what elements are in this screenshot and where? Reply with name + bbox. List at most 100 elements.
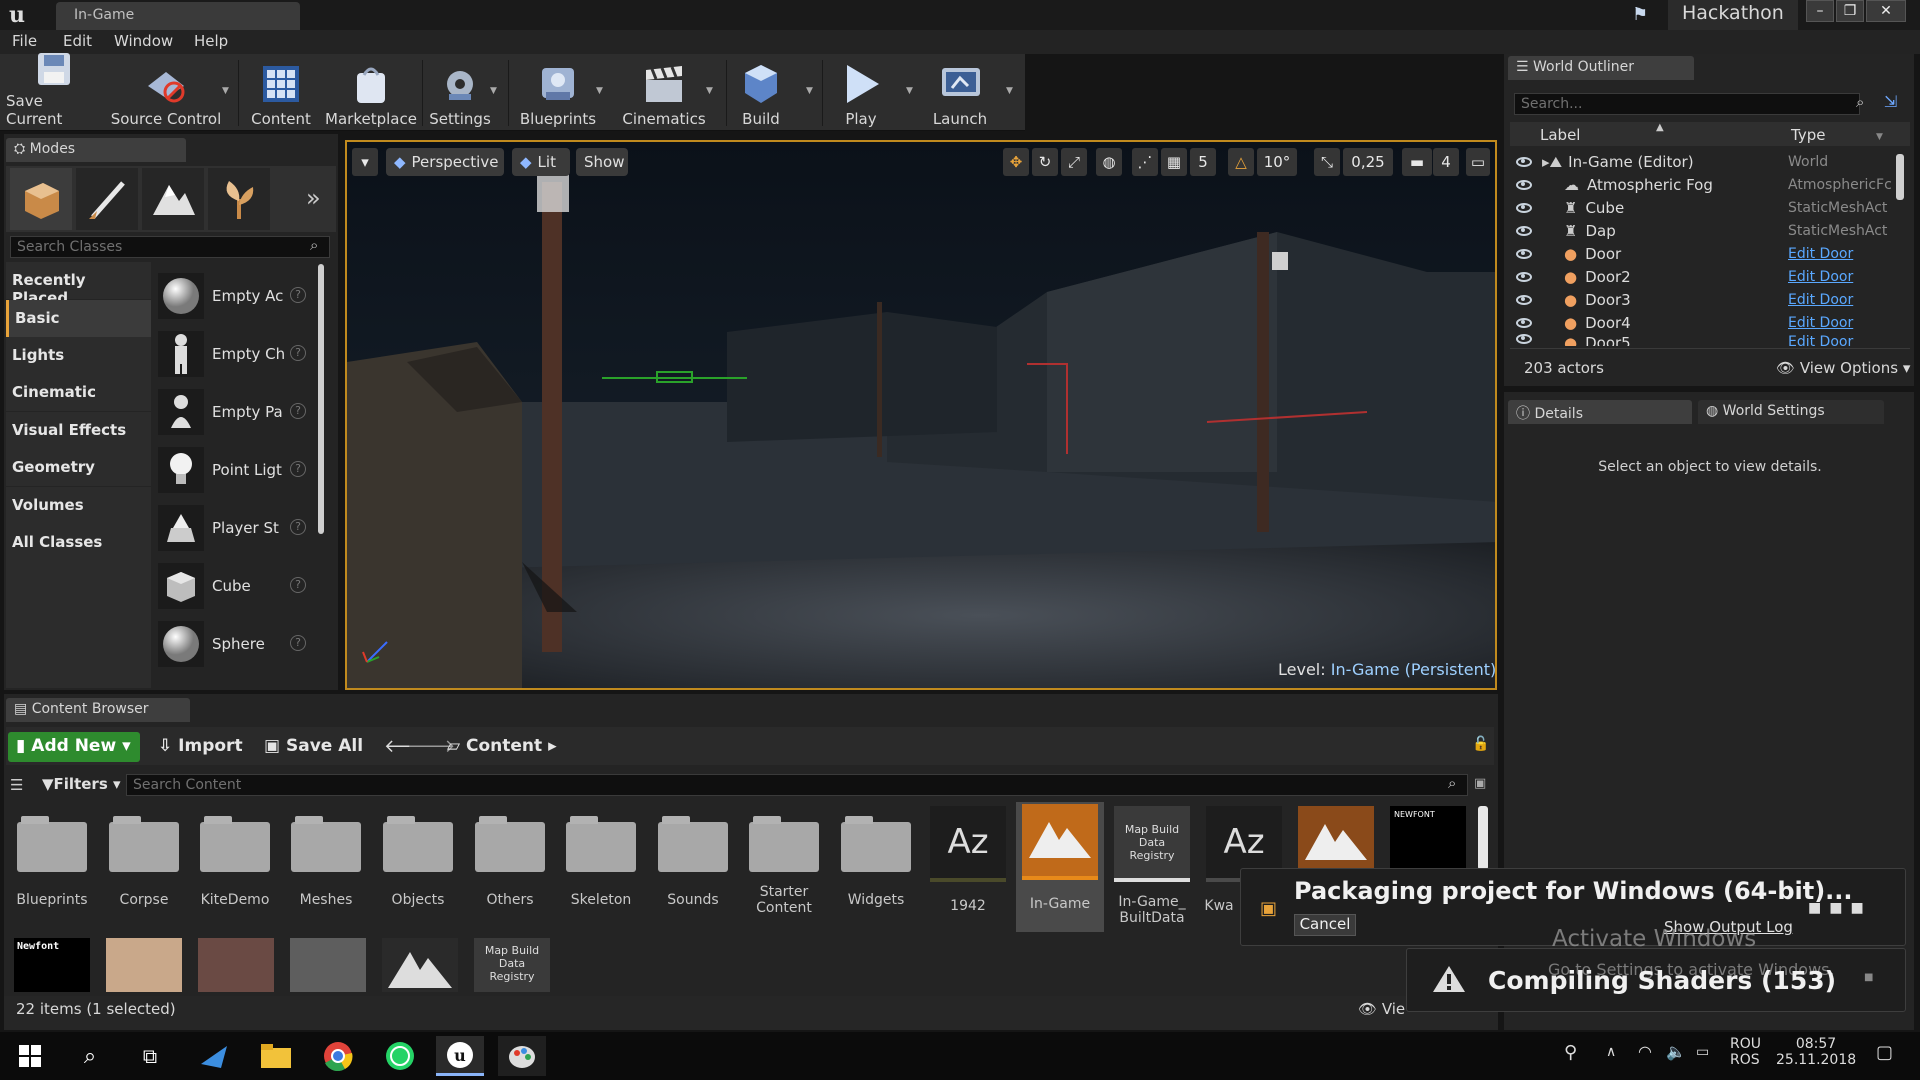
folder-objects[interactable]: Objects — [374, 806, 462, 936]
lock-icon[interactable]: 🔓 — [1472, 736, 1489, 752]
grid-snap-icon[interactable]: ▦ — [1161, 148, 1187, 176]
folder-sounds[interactable]: Sounds — [649, 806, 737, 936]
scale-tool-icon[interactable]: ⤢ — [1061, 148, 1087, 176]
unreal-editor-taskbar-icon[interactable]: u — [436, 1036, 484, 1076]
category-cinematic[interactable]: Cinematic — [6, 374, 151, 411]
category-recently-placed[interactable]: Recently Placed — [6, 262, 151, 307]
visibility-eye-icon[interactable] — [1516, 271, 1532, 282]
cinematics-dropdown-icon[interactable]: ▼ — [706, 86, 713, 96]
content-browser-tab[interactable]: ▤ Content Browser — [6, 698, 190, 722]
rotation-snap-value[interactable]: 10° — [1257, 148, 1297, 176]
battery-icon[interactable]: ▭ — [1696, 1044, 1709, 1060]
level-tab[interactable]: In-Game — [56, 2, 300, 30]
landscape-mode-icon[interactable] — [142, 168, 204, 230]
search-icon[interactable]: ⌕ — [66, 1036, 114, 1076]
language-indicator[interactable]: ROU ROS — [1730, 1036, 1761, 1068]
maximize-button[interactable]: ❐ — [1836, 0, 1864, 22]
play-dropdown-icon[interactable]: ▼ — [906, 86, 913, 96]
category-all-classes[interactable]: All Classes — [6, 524, 151, 688]
minimize-button[interactable]: – — [1806, 0, 1834, 22]
help-icon[interactable]: ? — [290, 287, 306, 303]
column-label[interactable]: Label — [1540, 126, 1580, 144]
app-icon-blue[interactable] — [190, 1036, 238, 1076]
folder-others[interactable]: Others — [466, 806, 554, 936]
menu-file[interactable]: File — [12, 32, 37, 50]
edit-door-link[interactable]: Edit Door — [1788, 292, 1853, 308]
outliner-row[interactable]: ● Door2 Edit Door — [1510, 265, 1910, 288]
scale-snap-icon[interactable]: ⤡ — [1314, 148, 1340, 176]
folder-starter-content[interactable]: Starter Content — [740, 806, 828, 936]
rotate-tool-icon[interactable]: ↻ — [1032, 148, 1058, 176]
source-control-dropdown-icon[interactable]: ▼ — [222, 86, 229, 96]
asset-thumbnail-room[interactable] — [106, 938, 182, 992]
cinematics-button[interactable]: Cinematics — [614, 58, 714, 130]
rotation-snap-icon[interactable]: △ — [1228, 148, 1254, 176]
add-new-button[interactable]: ▮ Add New ▾ — [8, 732, 140, 762]
unreal-logo-icon[interactable]: u — [0, 0, 34, 30]
outliner-row[interactable]: ● Door Edit Door — [1510, 242, 1910, 265]
visibility-eye-icon[interactable] — [1516, 225, 1532, 236]
content-view-options[interactable]: 👁 Vie — [1358, 1000, 1405, 1018]
visibility-eye-icon[interactable] — [1516, 156, 1532, 167]
chrome-icon[interactable] — [314, 1036, 362, 1076]
settings-dropdown-icon[interactable]: ▼ — [490, 86, 497, 96]
save-all-button[interactable]: ▣ Save All — [264, 736, 363, 756]
category-basic[interactable]: Basic — [6, 300, 151, 337]
people-icon[interactable]: ⚲ — [1564, 1042, 1577, 1063]
help-icon[interactable]: ? — [290, 345, 306, 361]
help-icon[interactable]: ? — [290, 577, 306, 593]
build-dropdown-icon[interactable]: ▼ — [806, 86, 813, 96]
asset-thumbnail-map-build[interactable]: Map Build Data Registry — [474, 938, 550, 992]
folder-skeleton[interactable]: Skeleton — [557, 806, 645, 936]
tray-chevron-icon[interactable]: ∧ — [1606, 1044, 1616, 1060]
category-volumes[interactable]: Volumes — [6, 487, 151, 524]
viewport-options-dropdown[interactable]: ▾ — [352, 148, 378, 176]
action-center-icon[interactable]: ▢ — [1876, 1042, 1893, 1063]
asset-thumbnail-floor[interactable] — [290, 938, 366, 992]
expand-modes-icon[interactable]: » — [306, 184, 321, 212]
network-icon[interactable]: ◠ — [1638, 1042, 1652, 1061]
blueprints-dropdown-icon[interactable]: ▼ — [596, 86, 603, 96]
file-explorer-icon[interactable] — [252, 1036, 300, 1076]
source-control-button[interactable]: Source Control — [110, 58, 222, 130]
play-button[interactable]: Play — [828, 58, 894, 130]
visibility-eye-icon[interactable] — [1516, 202, 1532, 213]
edit-door-link[interactable]: Edit Door — [1788, 269, 1853, 285]
whatsapp-icon[interactable] — [376, 1036, 424, 1076]
grid-snap-value[interactable]: 5 — [1190, 148, 1216, 176]
world-outliner-tab[interactable]: ☰ World Outliner — [1508, 56, 1694, 80]
clock[interactable]: 08:57 25.11.2018 — [1776, 1036, 1856, 1068]
outliner-row[interactable]: ▸⛰ In-Game (Editor) World — [1510, 150, 1910, 173]
path-content[interactable]: ▱ Content ▸ — [447, 736, 557, 756]
category-visual-effects[interactable]: Visual Effects — [6, 412, 151, 449]
folder-kitedemo[interactable]: KiteDemo — [191, 806, 279, 936]
edit-door-link[interactable]: Edit Door — [1788, 315, 1853, 331]
outliner-row[interactable]: ● Door3 Edit Door — [1510, 288, 1910, 311]
build-button[interactable]: Build — [730, 58, 792, 130]
cancel-packaging-button[interactable]: Cancel — [1294, 914, 1356, 936]
perspective-button[interactable]: ◆ Perspective — [386, 148, 504, 176]
asset-in-game-level[interactable]: In-Game — [1016, 802, 1104, 932]
asset-thumbnail-level[interactable] — [382, 938, 458, 992]
outliner-row[interactable]: ☁ Atmospheric Fog AtmosphericFc — [1510, 173, 1910, 196]
menu-window[interactable]: Window — [114, 32, 173, 50]
close-button[interactable]: ✕ — [1866, 0, 1906, 22]
windows-start-icon[interactable] — [6, 1036, 54, 1076]
folder-corpse[interactable]: Corpse — [100, 806, 188, 936]
search-classes-input[interactable]: Search Classes — [10, 236, 330, 258]
menu-edit[interactable]: Edit — [63, 32, 92, 50]
blueprints-button[interactable]: Blueprints — [514, 58, 602, 130]
folder-widgets[interactable]: Widgets — [832, 806, 920, 936]
outliner-view-options[interactable]: 👁 View Options ▾ — [1776, 359, 1910, 377]
place-mode-icon[interactable] — [10, 168, 72, 230]
visibility-eye-icon[interactable] — [1516, 294, 1532, 305]
category-geometry[interactable]: Geometry — [6, 449, 151, 486]
content-scrollbar[interactable] — [1478, 806, 1488, 870]
visibility-eye-icon[interactable] — [1516, 334, 1532, 344]
outliner-row[interactable]: ● Door5 Edit Door — [1510, 334, 1910, 346]
type-column-dropdown-icon[interactable]: ▼ — [1876, 132, 1883, 142]
category-lights[interactable]: Lights — [6, 337, 151, 374]
asset-thumbnail-wall[interactable] — [198, 938, 274, 992]
asset-newfont-texture[interactable]: Newfont — [14, 938, 90, 992]
surface-snap-icon[interactable]: ⋰ — [1132, 148, 1158, 176]
